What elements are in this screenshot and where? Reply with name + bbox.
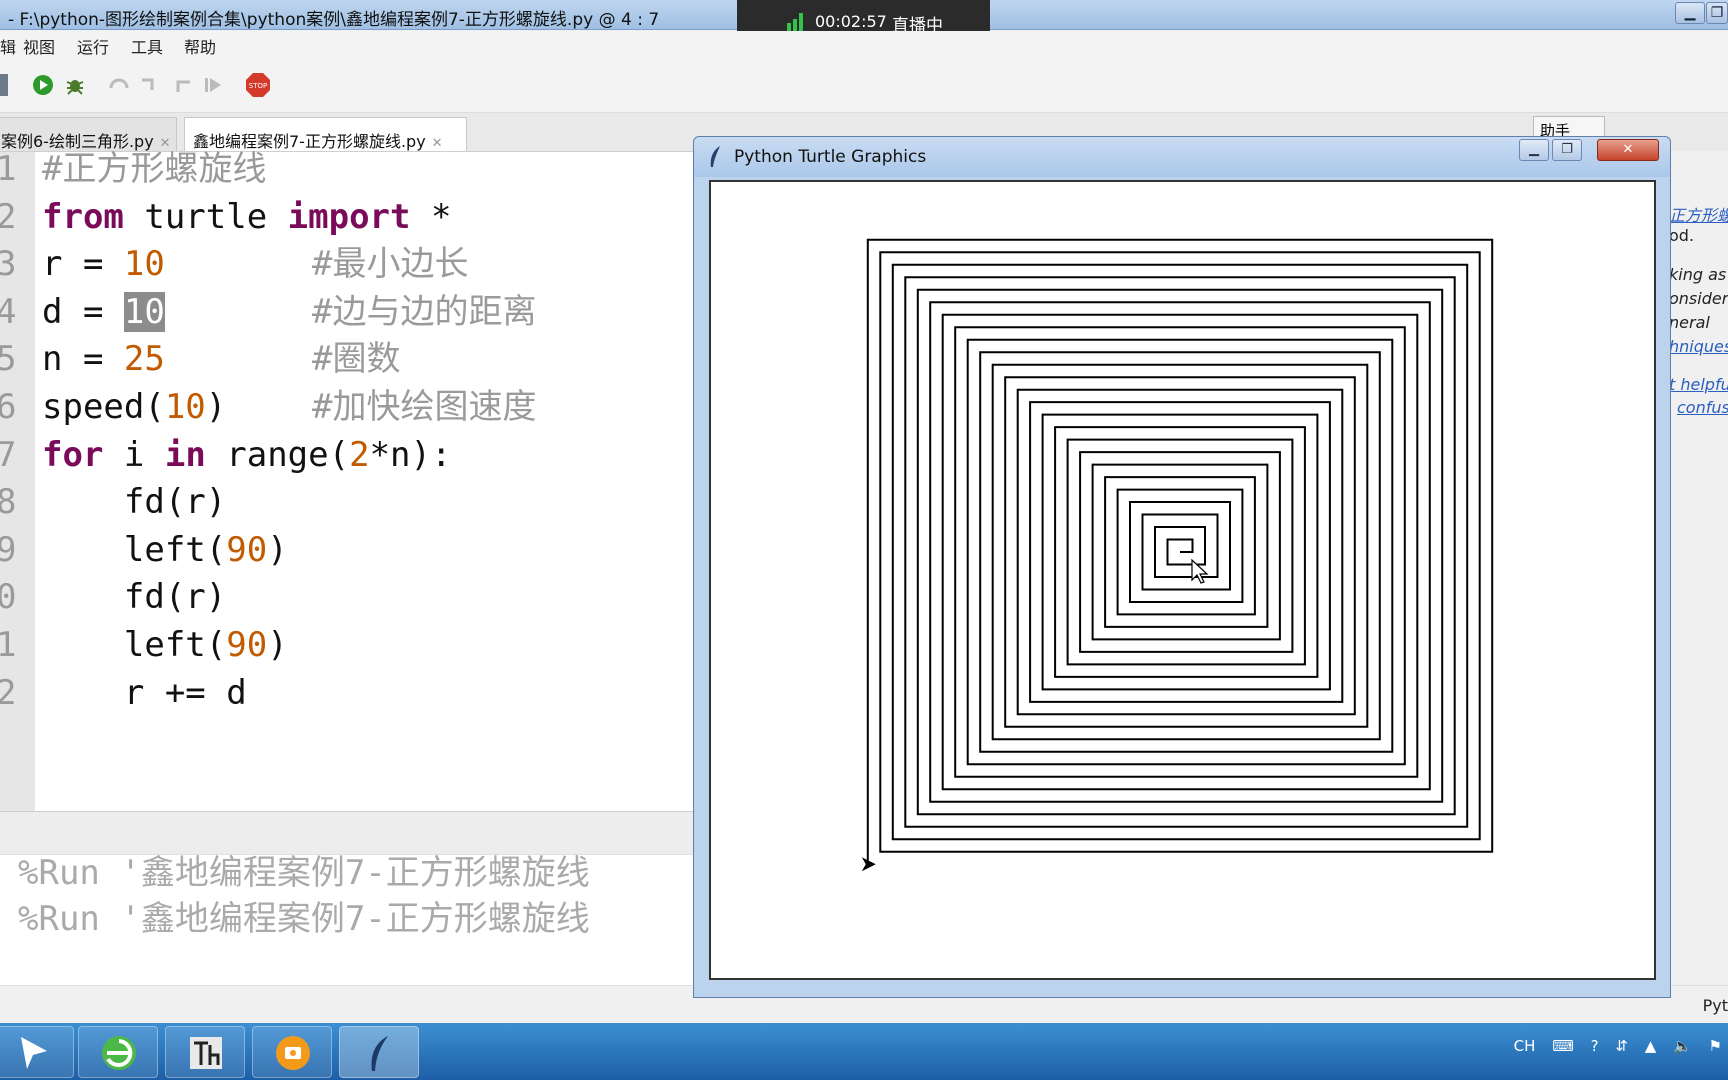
code-line-1: #正方形螺旋线 xyxy=(42,149,267,189)
line-number: 2 xyxy=(0,196,17,237)
turtle-canvas[interactable] xyxy=(709,180,1656,980)
turtle-graphics-window[interactable]: Python Turtle Graphics ▁ ❐ ✕ xyxy=(693,136,1671,998)
line-number: 6 xyxy=(0,387,17,427)
taskbar-app-th[interactable] xyxy=(165,1026,245,1078)
line-number: 2 xyxy=(0,672,17,713)
line-number: 0 xyxy=(0,577,17,618)
browser-icon xyxy=(102,1036,136,1070)
language-indicator[interactable]: CH xyxy=(1514,1037,1536,1055)
run-icon[interactable] xyxy=(32,74,54,96)
help-link[interactable]: hniques xyxy=(1669,337,1728,356)
code-line-8: fd(r) xyxy=(42,482,227,523)
code-line-4: d = 10 #边与边的距离 xyxy=(42,291,537,332)
taskbar: CH ⌨ ? ⇵ ▲ 🔈 ⚑ xyxy=(0,1023,1728,1080)
shell-pane[interactable]: %Run '鑫地编程案例7-正方形螺旋线 %Run '鑫地编程案例7-正方形螺旋… xyxy=(0,853,694,985)
menu-item-tools[interactable]: 工具 xyxy=(131,34,163,58)
turtle-close-button[interactable]: ✕ xyxy=(1597,139,1659,161)
code-line-5: n = 25 #圈数 xyxy=(42,339,401,380)
line-number: 9 xyxy=(0,529,17,570)
resume-icon[interactable] xyxy=(202,74,224,96)
volume-icon[interactable]: 🔈 xyxy=(1673,1037,1692,1055)
shell-line: %Run '鑫地编程案例7-正方形螺旋线 xyxy=(18,853,590,893)
line-number: 4 xyxy=(0,291,17,332)
live-app-icon xyxy=(276,1036,310,1070)
keyboard-icon[interactable]: ⌨ xyxy=(1552,1037,1574,1055)
minimize-button[interactable]: ▁ xyxy=(1675,2,1705,24)
system-tray: CH ⌨ ? ⇵ ▲ 🔈 ⚑ xyxy=(1502,1037,1722,1055)
show-hidden-icons-icon[interactable]: ▲ xyxy=(1645,1037,1657,1055)
feather-icon xyxy=(371,1036,388,1071)
help-link[interactable]: confus xyxy=(1677,398,1728,417)
menu-item-run[interactable]: 运行 xyxy=(77,34,109,58)
help-text: od. xyxy=(1669,226,1695,245)
network-icon[interactable]: ⇵ xyxy=(1615,1037,1628,1055)
line-number: 7 xyxy=(0,434,17,475)
code-editor[interactable]: 1 2 3 4 5 6 7 8 9 0 1 2 #正方形螺旋线 from tur… xyxy=(0,149,694,812)
debug-icon[interactable] xyxy=(64,74,86,96)
turtle-window-title: Python Turtle Graphics xyxy=(734,147,927,167)
th-app-icon xyxy=(190,1037,222,1069)
step-into-icon[interactable] xyxy=(138,74,160,96)
taskbar-app-thonny[interactable] xyxy=(0,1026,74,1078)
selected-text: 10 xyxy=(123,291,165,332)
code-line-11: left(90) xyxy=(42,625,288,665)
taskbar-app-browser[interactable] xyxy=(78,1026,158,1078)
action-center-icon[interactable]: ⚑ xyxy=(1709,1037,1722,1055)
help-icon[interactable]: ? xyxy=(1591,1037,1599,1055)
stop-icon[interactable]: STOP xyxy=(245,72,271,98)
turtle-maximize-button[interactable]: ❐ xyxy=(1552,139,1582,161)
step-out-icon[interactable] xyxy=(172,74,194,96)
taskbar-app-live[interactable] xyxy=(252,1026,332,1078)
line-number: 3 xyxy=(0,244,17,285)
toolbar: STOP xyxy=(0,57,1728,113)
code-line-7: for i in range(2*n): xyxy=(42,434,452,475)
save-icon[interactable] xyxy=(0,74,8,96)
maximize-button[interactable]: ❐ xyxy=(1706,2,1728,24)
svg-text:STOP: STOP xyxy=(249,82,267,90)
status-text: Pyt xyxy=(1702,996,1728,1015)
help-link[interactable]: t helpfu xyxy=(1669,375,1728,394)
line-number: 1 xyxy=(0,625,17,665)
code-line-12: r += d xyxy=(42,672,247,713)
menu-item-help[interactable]: 帮助 xyxy=(184,34,216,58)
line-number: 1 xyxy=(0,149,17,189)
line-number: 5 xyxy=(0,339,17,380)
window-title: - F:\python-图形绘制案例合集\python案例\鑫地编程案例7-正方… xyxy=(8,10,660,30)
code-line-9: left(90) xyxy=(42,529,288,570)
line-number-gutter: 1 2 3 4 5 6 7 8 9 0 1 2 xyxy=(0,149,35,812)
help-link[interactable]: 正方形螺 xyxy=(1669,202,1728,226)
close-icon[interactable]: ✕ xyxy=(432,136,443,151)
taskbar-app-turtle[interactable] xyxy=(339,1026,419,1078)
code-line-10: fd(r) xyxy=(42,577,227,618)
square-spiral-drawing xyxy=(861,238,1494,872)
code-line-2: from turtle import * xyxy=(42,196,452,237)
feather-icon xyxy=(710,146,720,167)
menu-bar: 辑 视图 运行 工具 帮助 xyxy=(0,31,1728,57)
spiral-path xyxy=(866,238,1494,865)
code-line-6: speed(10) #加快绘图速度 xyxy=(42,387,537,427)
step-over-icon[interactable] xyxy=(108,74,130,96)
help-text: neral xyxy=(1669,313,1710,332)
arrow-app-icon xyxy=(21,1037,47,1069)
shell-line: %Run '鑫地编程案例7-正方形螺旋线 xyxy=(18,899,590,939)
help-text: onsider xyxy=(1669,289,1728,308)
line-number: 8 xyxy=(0,482,17,523)
turtle-minimize-button[interactable]: ▁ xyxy=(1519,139,1549,161)
code-line-3: r = 10 #最小边长 xyxy=(42,244,469,285)
assistant-pane: 正方形螺 od. king as onsider neral hniques t… xyxy=(1663,185,1728,425)
live-time: 00:02:57 xyxy=(815,12,887,31)
help-text: king as xyxy=(1669,265,1727,284)
menu-item-edit[interactable]: 辑 xyxy=(0,34,16,58)
signal-icon xyxy=(787,13,807,31)
menu-item-view[interactable]: 视图 xyxy=(23,34,55,58)
